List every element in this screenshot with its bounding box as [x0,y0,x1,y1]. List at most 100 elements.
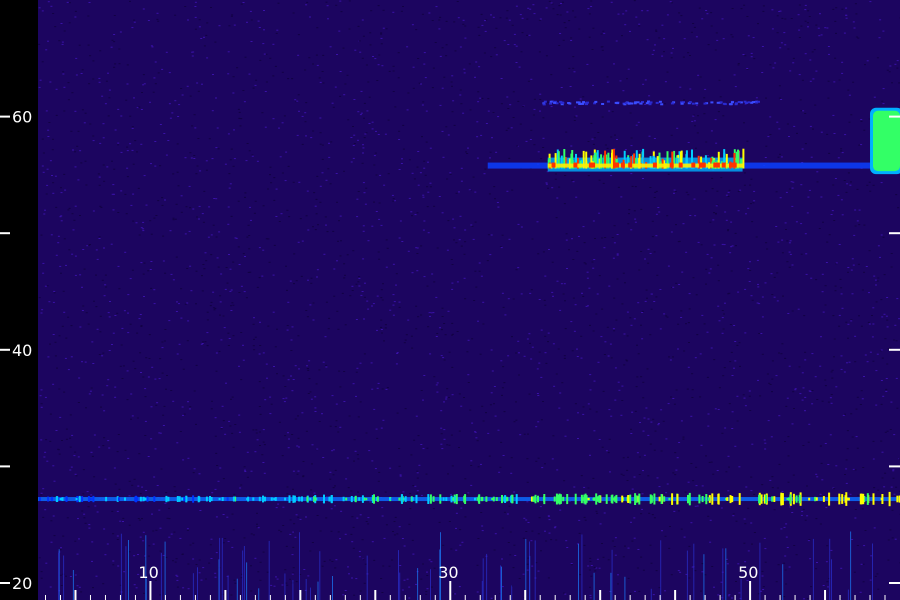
noise-speck [462,112,465,114]
band-low-detail [660,494,663,504]
noise-speck [394,516,397,518]
noise-speck [530,540,533,542]
noise-speck [784,222,787,224]
noise-speck [79,326,82,328]
noise-speck [263,472,266,474]
noise-speck [332,230,335,232]
noise-speck [511,24,514,26]
noise-speck [41,61,44,63]
band-faint [606,100,610,103]
noise-speck [238,365,240,367]
noise-speck [743,172,746,174]
band-low-detail [464,494,467,504]
noise-speck [642,83,645,85]
noise-speck [357,191,360,192]
noise-speck [677,323,680,325]
noise-speck [296,445,299,447]
noise-speck [709,541,712,543]
noise-speck [592,220,595,222]
noise-speck [187,588,190,590]
noise-speck [172,279,175,281]
band-low-detail [330,496,333,502]
noise-speck [485,123,488,124]
noise-speck [449,172,452,174]
noise-speck [587,403,590,405]
noise-speck [709,221,712,223]
noise-speck [645,289,648,291]
noise-speck [512,91,515,93]
noise-speck [651,220,654,222]
noise-speck [480,275,483,277]
noise-speck [39,79,42,81]
noise-speck [265,363,268,365]
noise-speck [877,245,880,247]
noise-speck [219,295,222,297]
noise-speck [163,340,166,342]
noise-streak [398,550,399,600]
noise-speck [855,436,858,438]
noise-speck [738,342,741,344]
noise-speck [792,181,795,183]
noise-speck [716,39,719,41]
noise-speck [497,206,500,208]
noise-speck [131,415,134,417]
noise-speck [201,275,203,277]
noise-streak [164,541,166,600]
noise-speck [213,309,216,311]
noise-speck [439,327,441,329]
noise-speck [470,224,473,226]
noise-speck [550,539,553,541]
noise-speck [876,353,879,355]
noise-speck [248,495,251,497]
noise-speck [321,413,323,415]
noise-speck [761,353,764,355]
noise-speck [329,478,332,480]
band-low-detail [427,494,430,504]
noise-speck [638,474,641,475]
noise-speck [454,50,457,52]
noise-speck [883,274,886,276]
noise-speck [660,409,663,411]
noise-speck [358,550,361,552]
noise-speck [890,253,893,254]
noise-speck [602,182,605,184]
noise-speck [46,184,49,186]
noise-speck [126,167,129,169]
band-low-detail [411,497,414,501]
noise-speck [810,586,813,588]
noise-speck [537,570,540,572]
noise-speck [640,556,643,558]
noise-speck [479,353,482,355]
noise-speck [361,291,364,292]
noise-speck [113,34,116,35]
noise-speck [743,542,746,544]
noise-speck [650,293,653,295]
noise-speck [297,437,300,439]
noise-speck [776,272,779,274]
noise-speck [310,137,313,139]
noise-speck [278,421,281,423]
noise-speck [420,578,423,580]
noise-speck [789,253,792,255]
noise-speck [243,291,246,293]
noise-speck [770,436,773,438]
band-low-detail [653,493,656,505]
noise-speck [327,168,330,170]
noise-speck [807,196,810,198]
noise-speck [721,243,724,245]
noise-speck [165,388,167,390]
noise-speck [232,529,235,531]
noise-speck [872,440,875,442]
noise-speck [866,184,869,186]
noise-speck [242,359,245,361]
noise-speck [785,405,788,407]
noise-speck [269,174,271,176]
noise-speck [150,233,153,235]
band-faint [627,102,631,105]
noise-speck [506,96,509,98]
noise-speck [359,114,362,116]
noise-speck [641,10,644,12]
noise-speck [872,184,875,186]
noise-speck [95,274,97,276]
noise-speck [211,400,213,402]
